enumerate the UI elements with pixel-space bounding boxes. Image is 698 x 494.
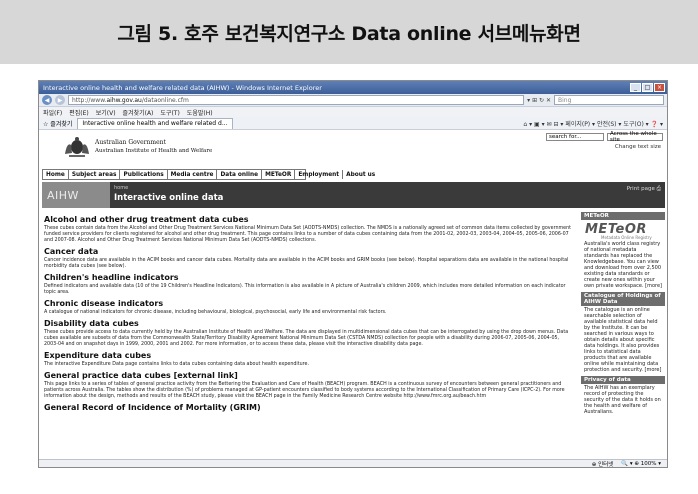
menu-help[interactable]: 도움말(H) (187, 108, 213, 117)
meteor-text: Australia's world class registry of nati… (584, 241, 662, 289)
nav-subject-areas[interactable]: Subject areas (69, 170, 121, 179)
site-search-input[interactable]: search for... (546, 133, 604, 141)
figure-caption-band: 그림 5. 호주 보건복지연구소 Data online 서브메뉴화면 (0, 0, 698, 64)
print-page-label: Print page (626, 186, 655, 192)
banner-aihw: AIHW (42, 182, 110, 208)
forward-button[interactable]: ▶ (55, 95, 65, 105)
section-title[interactable]: Children's headline indicators (44, 273, 574, 282)
coat-of-arms-icon (65, 137, 89, 157)
url-host: aihw.gov.au (106, 96, 142, 104)
section-title[interactable]: Alcohol and other drug treatment data cu… (44, 215, 574, 224)
sidebar-heading-catalogue: Catalogue of Holdings of AIHW Data (581, 292, 665, 306)
maximize-button[interactable]: □ (642, 83, 653, 92)
window-titlebar: Interactive online health and welfare re… (39, 81, 667, 94)
section-title[interactable]: General practice data cubes [external li… (44, 371, 574, 380)
catalogue-text: The catalogue is an online searchable se… (584, 307, 662, 373)
minimize-button[interactable]: _ (630, 83, 641, 92)
url-input[interactable]: http://www. aihw.gov.au/dataonline.cfm (68, 95, 525, 105)
main-content: Alcohol and other drug treatment data cu… (44, 212, 574, 458)
privacy-text: The AIHW has an exemplary record of prot… (584, 385, 661, 415)
section-text: A catalogue of national indicators for c… (44, 310, 387, 315)
nav-about-us[interactable]: About us (343, 170, 378, 179)
section-text: These cubes provide access to data curre… (44, 330, 569, 347)
section-title[interactable]: Expenditure data cubes (44, 351, 574, 360)
section-text: The interactive Expenditure Data page co… (44, 362, 309, 367)
url-path: /dataonline.cfm (141, 96, 189, 104)
section-title[interactable]: Chronic disease indicators (44, 299, 574, 308)
section-title[interactable]: Cancer data (44, 247, 574, 256)
printer-icon: ⎙ (656, 186, 661, 192)
web-page: search for... Across the whole site Chan… (39, 130, 667, 455)
nav-media-centre[interactable]: Media centre (168, 170, 218, 179)
nav-meteor[interactable]: METeOR (262, 170, 296, 179)
nav-data-online[interactable]: Data online (217, 170, 263, 179)
browser-search-input[interactable]: Bing (554, 95, 664, 105)
address-bar: ◀ ▶ http://www. aihw.gov.au/dataonline.cf… (39, 94, 667, 107)
favorites-button[interactable]: ☆ 즐겨찾기 (43, 119, 72, 128)
status-bar: ⊕ 인터넷 🔍 ▾ ⊕ 100% ▾ (39, 459, 667, 467)
figure-caption: 그림 5. 호주 보건복지연구소 Data online 서브메뉴화면 (117, 22, 581, 45)
print-page-link[interactable]: Print page ⎙ (627, 186, 661, 193)
section-title[interactable]: Disability data cubes (44, 319, 574, 328)
sidebar-heading-meteor: METeOR (581, 212, 665, 220)
site-search: search for... Across the whole site (546, 131, 663, 143)
browser-screenshot: Interactive online health and welfare re… (38, 80, 668, 468)
window-controls: _ □ × (630, 83, 667, 92)
address-action-icons[interactable]: ▾ ⊞ ↻ ✕ (527, 97, 551, 104)
institute-label: Australian Institute of Health and Welfa… (95, 148, 213, 154)
section-text: Cancer incidence data are available in t… (44, 258, 569, 269)
command-bar-tools[interactable]: ⌂ ▾ ▣ ▾ ✉ ⊟ ▾ 페이지(P) ▾ 안전(S) ▾ 도구(O) ▾ ❓… (523, 119, 667, 128)
section-text: This page links to a series of tables of… (44, 382, 565, 399)
menu-favorites[interactable]: 즐겨찾기(A) (123, 108, 154, 117)
change-text-size-link[interactable]: Change text size (615, 144, 661, 150)
back-button[interactable]: ◀ (42, 95, 52, 105)
section-text: Defined indicators and available data (1… (44, 284, 566, 295)
url-prefix: http://www. (72, 96, 107, 104)
menu-file[interactable]: 파일(F) (43, 108, 62, 117)
page-banner: AIHW home Interactive online data Print … (42, 182, 665, 208)
menu-tools[interactable]: 도구(T) (160, 108, 179, 117)
window-title: Interactive online health and welfare re… (43, 83, 322, 92)
nav-home[interactable]: Home (43, 170, 69, 179)
site-nav: Home Subject areas Publications Media ce… (42, 169, 375, 180)
section-title[interactable]: General Record of Incidence of Mortality… (44, 403, 574, 412)
section-text: These cubes contain data from the Alcoho… (44, 226, 572, 243)
menu-view[interactable]: 보기(V) (96, 108, 116, 117)
security-zone[interactable]: ⊕ 인터넷 (592, 460, 614, 468)
menu-bar: 파일(F) 편집(E) 보기(V) 즐겨찾기(A) 도구(T) 도움말(H) (39, 107, 667, 117)
close-button[interactable]: × (654, 83, 665, 92)
nav-employment[interactable]: Employment (295, 170, 344, 179)
zoom-control[interactable]: 🔍 ▾ ⊕ 100% ▾ (621, 461, 661, 467)
favorites-bar: ☆ 즐겨찾기 Interactive online health and wel… (39, 117, 667, 130)
browser-tab[interactable]: Interactive online health and welfare re… (77, 117, 233, 129)
sidebar: METeOR METeOR Metadata Online Registry A… (581, 212, 665, 458)
government-label: Australian Government (95, 139, 166, 146)
menu-edit[interactable]: 편집(E) (69, 108, 89, 117)
breadcrumb[interactable]: home (114, 185, 128, 191)
aihw-logo[interactable]: Australian Government Australian Institu… (63, 136, 212, 158)
sidebar-heading-privacy: Privacy of data (581, 376, 665, 384)
search-scope-select[interactable]: Across the whole site (607, 131, 663, 143)
nav-publications[interactable]: Publications (120, 170, 168, 179)
page-title: Interactive online data (114, 193, 224, 203)
